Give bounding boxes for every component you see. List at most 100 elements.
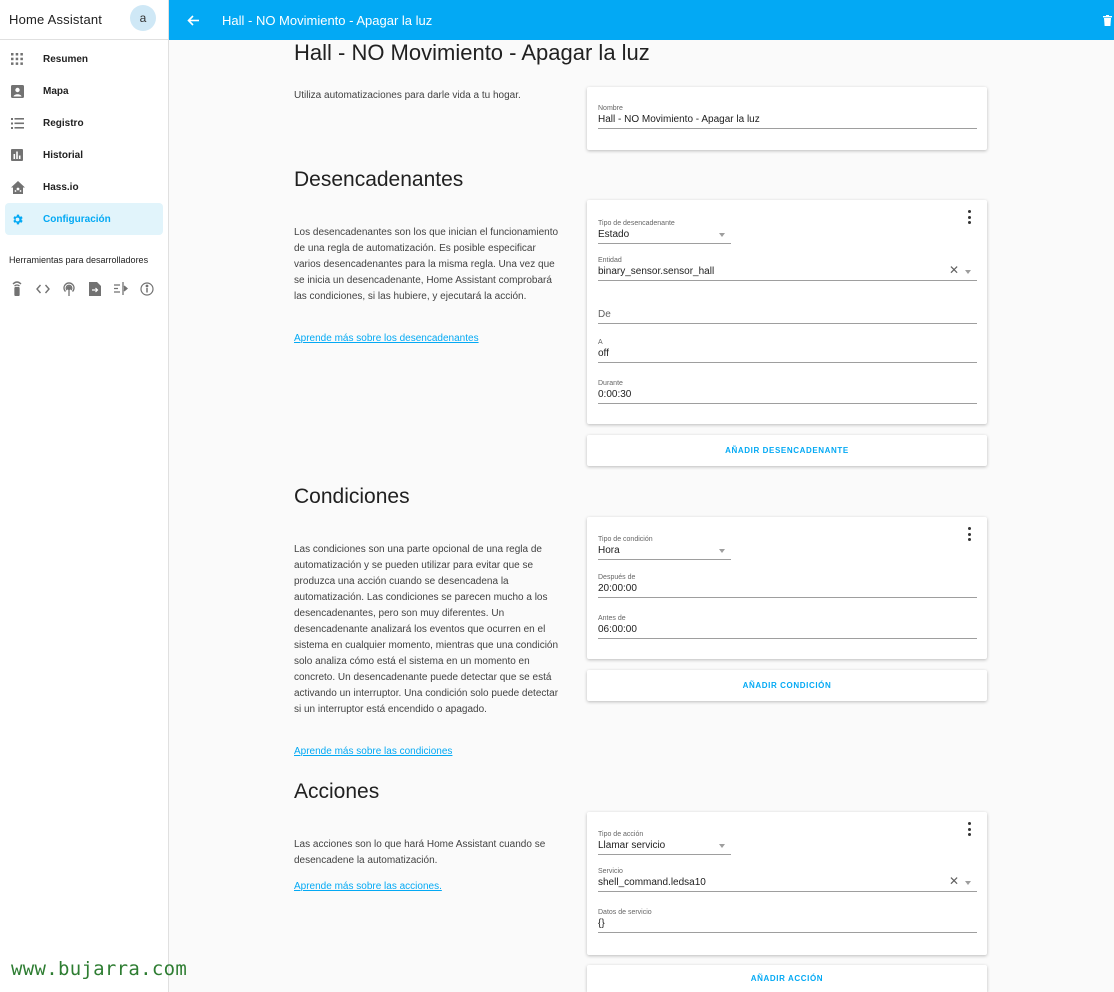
trash-icon bbox=[1102, 14, 1112, 26]
sidebar-item-mapa[interactable]: Mapa bbox=[5, 75, 163, 107]
for-label: Durante bbox=[598, 380, 623, 387]
entity-field[interactable]: Entidad binary_sensor.sensor_hall ✕ bbox=[598, 257, 977, 281]
actions-learn-more-link[interactable]: Aprende más sobre las acciones. bbox=[294, 881, 442, 892]
triggers-description: Los desencadenantes son los que inician … bbox=[294, 227, 559, 302]
conditions-description: Las condiciones son una parte opcional d… bbox=[294, 544, 559, 715]
radio-tower-icon[interactable] bbox=[61, 281, 76, 296]
service-data-value: {} bbox=[598, 918, 605, 929]
name-label: Nombre bbox=[598, 105, 623, 112]
remote-icon[interactable] bbox=[9, 281, 24, 296]
apps-grid-icon bbox=[5, 53, 43, 65]
arrow-left-icon bbox=[187, 14, 199, 26]
code-tags-icon[interactable] bbox=[35, 281, 50, 296]
entity-value: binary_sensor.sensor_hall bbox=[598, 266, 715, 277]
sidebar-item-configuracion[interactable]: Configuración bbox=[5, 203, 163, 235]
format-list-icon bbox=[5, 117, 43, 129]
for-field[interactable]: Durante 0:00:30 bbox=[598, 380, 977, 404]
to-value: off bbox=[598, 348, 609, 359]
dev-tools-row bbox=[0, 281, 168, 296]
add-action-button[interactable]: AÑADIR ACCIÓN bbox=[587, 965, 987, 992]
page-title: Hall - NO Movimiento - Apagar la luz bbox=[294, 40, 650, 65]
sidebar-nav: Resumen Mapa Registro Historial Hass.io bbox=[0, 40, 168, 235]
entity-label: Entidad bbox=[598, 257, 622, 264]
action-type-value: Llamar servicio bbox=[598, 840, 666, 851]
dropdown-arrow-icon bbox=[719, 844, 725, 848]
more-vert-icon[interactable] bbox=[966, 210, 972, 224]
info-icon[interactable] bbox=[139, 281, 154, 296]
action-card: Tipo de acción Llamar servicio Servicio … bbox=[587, 812, 987, 955]
add-trigger-button[interactable]: AÑADIR DESENCADENANTE bbox=[587, 435, 987, 466]
sidebar-item-hassio[interactable]: Hass.io bbox=[5, 171, 163, 203]
before-field[interactable]: Antes de 06:00:00 bbox=[598, 615, 977, 639]
back-button[interactable] bbox=[169, 0, 217, 40]
triggers-title: Desencadenantes bbox=[294, 168, 464, 191]
sidebar-header: Home Assistant a bbox=[0, 0, 168, 40]
gear-icon bbox=[5, 213, 43, 226]
condition-card: Tipo de condición Hora Después de 20:00:… bbox=[587, 517, 987, 659]
add-condition-button[interactable]: AÑADIR CONDICIÓN bbox=[587, 670, 987, 701]
dev-tools-title: Herramientas para desarrolladores bbox=[9, 255, 149, 265]
to-field[interactable]: A off bbox=[598, 339, 977, 363]
dropdown-arrow-icon[interactable] bbox=[965, 270, 971, 274]
timeline-icon[interactable] bbox=[113, 281, 128, 296]
more-vert-icon[interactable] bbox=[966, 822, 972, 836]
service-value: shell_command.ledsa10 bbox=[598, 877, 706, 888]
trigger-type-value: Estado bbox=[598, 229, 630, 240]
after-label: Después de bbox=[598, 574, 636, 581]
trigger-card: Tipo de desencadenante Estado Entidad bi… bbox=[587, 200, 987, 424]
name-card: Nombre Hall - NO Movimiento - Apagar la … bbox=[587, 87, 987, 150]
sidebar: Home Assistant a Resumen Mapa Registro H… bbox=[0, 0, 169, 992]
dropdown-arrow-icon bbox=[719, 549, 725, 553]
sidebar-item-label: Hass.io bbox=[43, 181, 79, 193]
clear-icon[interactable]: ✕ bbox=[949, 874, 959, 888]
to-label: A bbox=[598, 339, 603, 346]
from-field[interactable]: De bbox=[598, 309, 977, 324]
file-export-icon[interactable] bbox=[87, 281, 102, 296]
before-value: 06:00:00 bbox=[598, 624, 637, 635]
condition-type-label: Tipo de condición bbox=[598, 536, 653, 543]
sidebar-item-historial[interactable]: Historial bbox=[5, 139, 163, 171]
sidebar-item-label: Registro bbox=[43, 117, 84, 129]
dropdown-arrow-icon bbox=[719, 233, 725, 237]
after-field[interactable]: Después de 20:00:00 bbox=[598, 574, 977, 598]
sidebar-item-label: Configuración bbox=[43, 213, 111, 225]
header-title: Hall - NO Movimiento - Apagar la luz bbox=[222, 12, 433, 28]
conditions-learn-more-link[interactable]: Aprende más sobre las condiciones bbox=[294, 746, 452, 757]
conditions-title: Condiciones bbox=[294, 485, 410, 508]
watermark: www.bujarra.com bbox=[11, 958, 188, 980]
triggers-learn-more-link[interactable]: Aprende más sobre los desencadenantes bbox=[294, 333, 479, 344]
name-value: Hall - NO Movimiento - Apagar la luz bbox=[598, 114, 760, 125]
sidebar-item-registro[interactable]: Registro bbox=[5, 107, 163, 139]
condition-type-value: Hora bbox=[598, 545, 620, 556]
sidebar-item-resumen[interactable]: Resumen bbox=[5, 43, 163, 75]
before-label: Antes de bbox=[598, 615, 626, 622]
sidebar-item-label: Mapa bbox=[43, 85, 69, 97]
service-data-label: Datos de servicio bbox=[598, 909, 652, 916]
action-type-select[interactable]: Tipo de acción Llamar servicio bbox=[598, 831, 731, 855]
home-assistant-icon bbox=[5, 180, 43, 194]
avatar[interactable]: a bbox=[130, 5, 156, 31]
clear-icon[interactable]: ✕ bbox=[949, 263, 959, 277]
actions-title: Acciones bbox=[294, 780, 380, 803]
chart-bar-icon bbox=[5, 149, 43, 161]
more-vert-icon[interactable] bbox=[966, 527, 972, 541]
sidebar-item-label: Historial bbox=[43, 149, 84, 161]
actions-description: Las acciones son lo que hará Home Assist… bbox=[294, 839, 546, 866]
trigger-type-select[interactable]: Tipo de desencadenante Estado bbox=[598, 220, 731, 244]
app-title: Home Assistant bbox=[9, 12, 103, 27]
delete-button[interactable] bbox=[1100, 12, 1114, 28]
service-data-field[interactable]: Datos de servicio {} bbox=[598, 909, 977, 933]
top-app-bar: Hall - NO Movimiento - Apagar la luz bbox=[169, 0, 1114, 40]
dropdown-arrow-icon[interactable] bbox=[965, 881, 971, 885]
service-label: Servicio bbox=[598, 868, 623, 875]
action-type-label: Tipo de acción bbox=[598, 831, 644, 838]
trigger-type-label: Tipo de desencadenante bbox=[598, 220, 675, 227]
for-value: 0:00:30 bbox=[598, 389, 632, 400]
account-box-icon bbox=[5, 84, 43, 98]
sidebar-item-label: Resumen bbox=[43, 53, 89, 65]
service-field[interactable]: Servicio shell_command.ledsa10 ✕ bbox=[598, 868, 977, 892]
from-placeholder: De bbox=[598, 309, 611, 320]
name-field[interactable]: Nombre Hall - NO Movimiento - Apagar la … bbox=[598, 105, 977, 129]
intro-text: Utiliza automatizaciones para darle vida… bbox=[294, 90, 521, 101]
condition-type-select[interactable]: Tipo de condición Hora bbox=[598, 536, 731, 560]
